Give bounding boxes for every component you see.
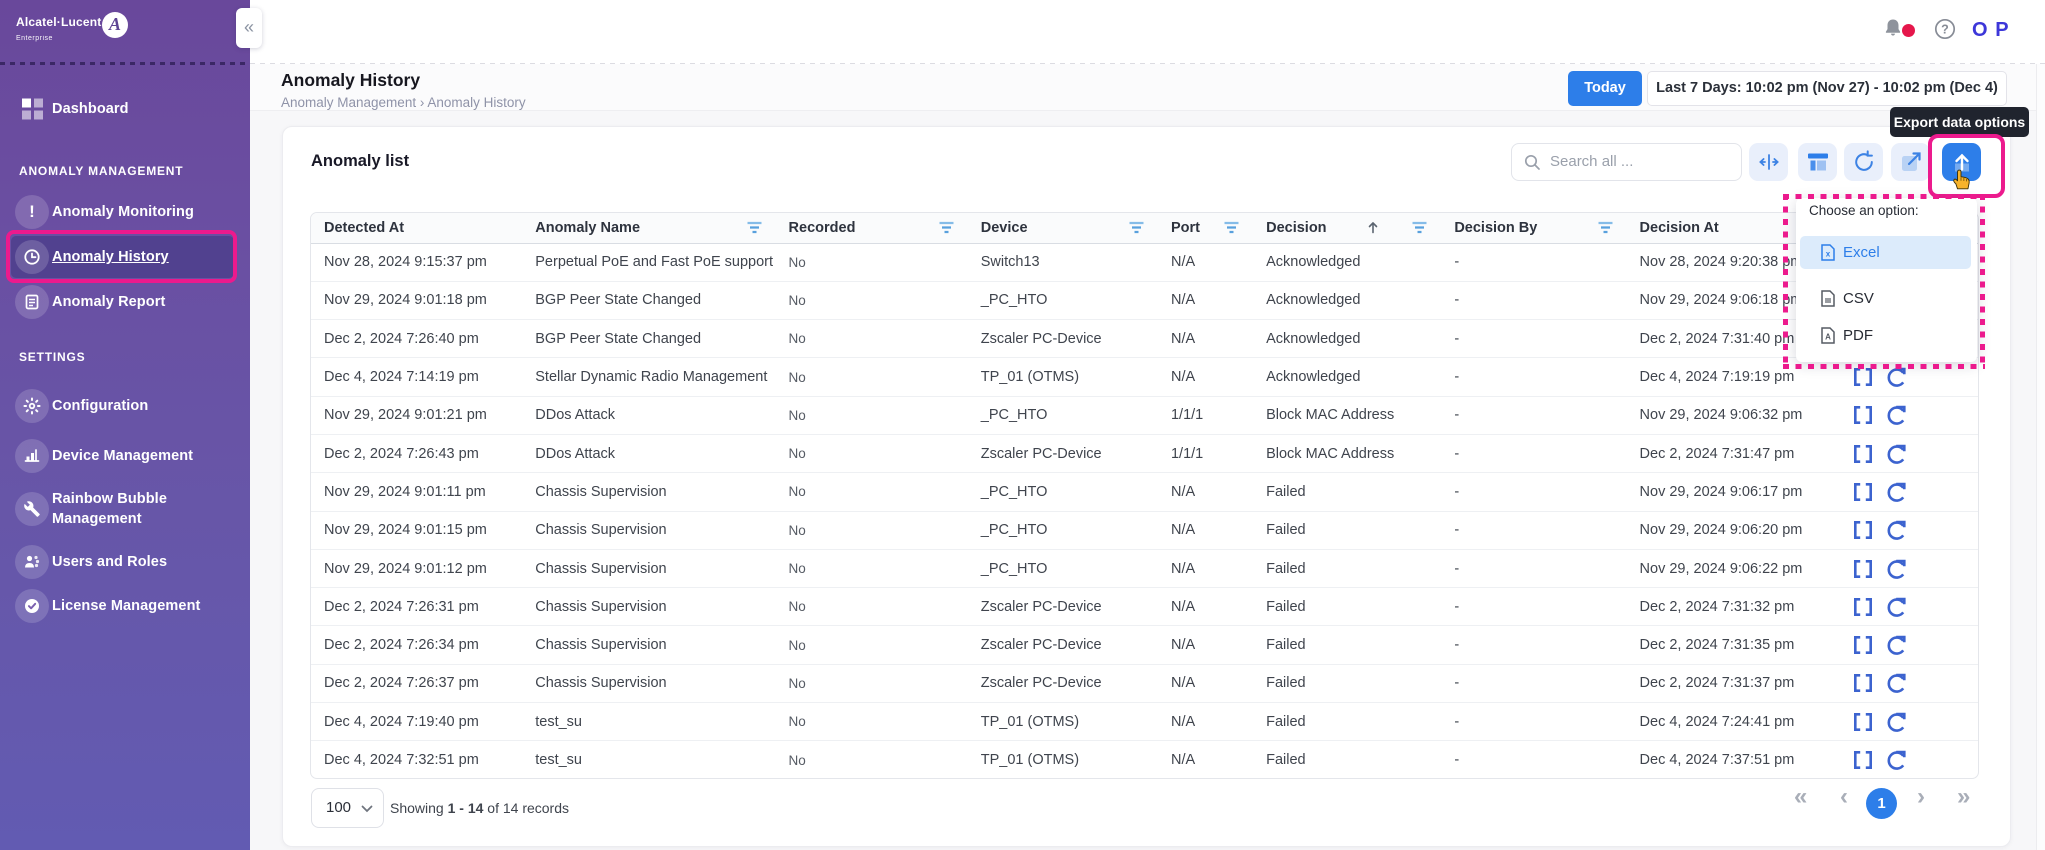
svg-text:?: ?	[1941, 23, 1949, 37]
